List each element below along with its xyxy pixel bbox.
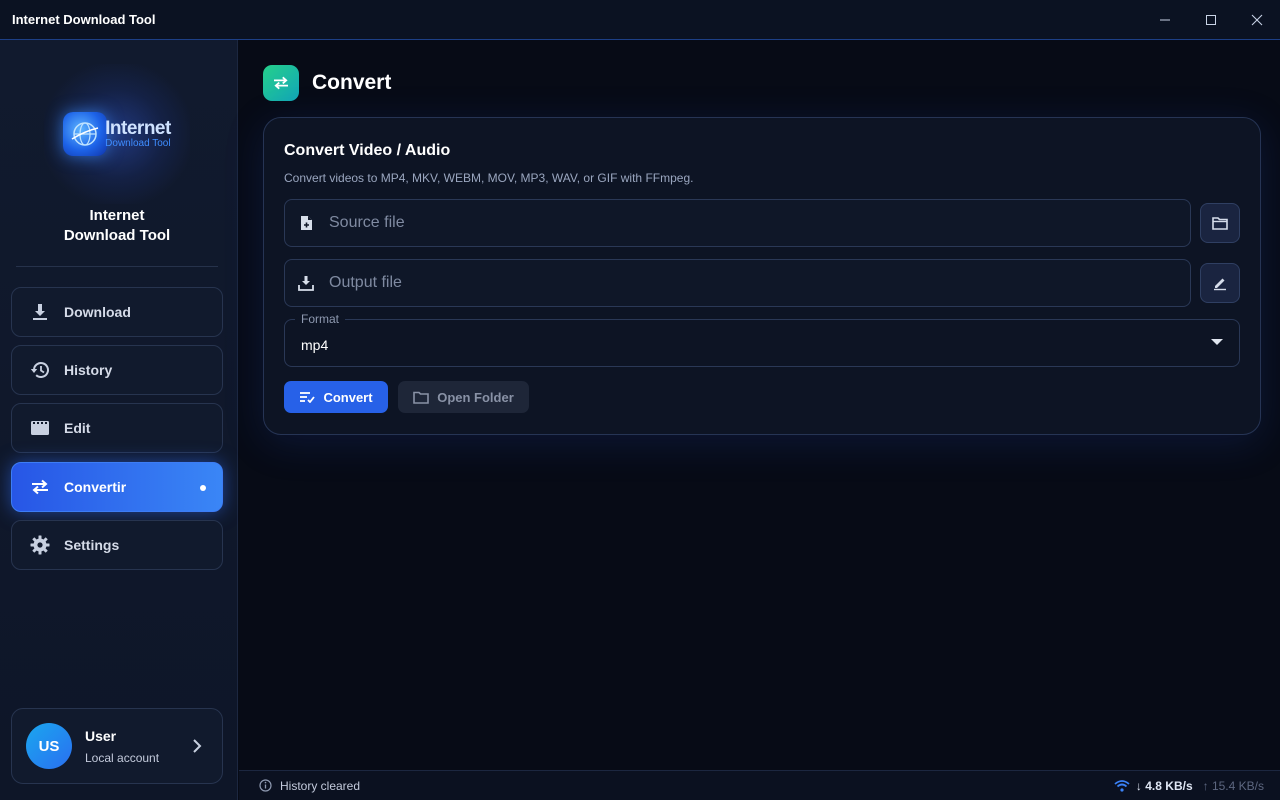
upload-speed: ↑ 15.4 KB/s — [1202, 778, 1264, 793]
convert-card: Convert Video / Audio Convert videos to … — [263, 117, 1261, 435]
window-title: Internet Download Tool — [12, 12, 156, 27]
card-title: Convert Video / Audio — [284, 142, 451, 159]
choose-output-button[interactable] — [1200, 263, 1240, 303]
convert-lines-icon — [299, 391, 316, 403]
minimize-button[interactable] — [1142, 0, 1188, 40]
main-content: Convert Convert Video / Audio Convert vi… — [239, 41, 1280, 770]
sidebar-divider — [16, 266, 218, 267]
sidebar-item-history[interactable]: History — [11, 345, 223, 395]
avatar: US — [26, 723, 72, 769]
active-indicator-dot — [200, 485, 206, 491]
info-icon — [259, 779, 272, 792]
sidebar-item-label: Convertir — [64, 479, 127, 495]
browse-source-button[interactable] — [1200, 203, 1240, 243]
sidebar: Internet Download Tool Internet Download… — [0, 40, 238, 800]
close-button[interactable] — [1234, 0, 1280, 40]
format-value: mp4 — [301, 337, 329, 353]
user-subtitle: Local account — [85, 750, 160, 765]
sidebar-item-settings[interactable]: Settings — [11, 520, 223, 570]
close-icon — [1251, 14, 1263, 25]
output-file-input[interactable] — [329, 274, 1190, 292]
source-file-input[interactable] — [329, 214, 1190, 232]
sidebar-item-label: Download — [64, 304, 131, 320]
user-card[interactable]: US User Local account — [11, 708, 223, 784]
chevron-right-icon — [192, 739, 222, 753]
download-icon — [30, 302, 50, 322]
page-header: Convert — [263, 65, 391, 101]
save-download-icon — [297, 274, 315, 292]
convert-button[interactable]: Convert — [284, 381, 388, 413]
card-subtitle: Convert videos to MP4, MKV, WEBM, MOV, M… — [284, 171, 694, 185]
output-file-field[interactable] — [284, 259, 1191, 307]
minimize-icon — [1160, 19, 1170, 20]
status-bar: History cleared ↓ 4.8 KB/s ↑ 15.4 KB/s — [239, 770, 1280, 800]
sidebar-item-label: History — [64, 362, 113, 378]
sidebar-item-label: Settings — [64, 537, 120, 553]
app-logo: Internet Download Tool — [44, 64, 190, 204]
folder-icon — [413, 391, 430, 404]
open-folder-button-label: Open Folder — [437, 389, 514, 405]
wifi-icon — [1114, 779, 1130, 792]
source-file-field[interactable] — [284, 199, 1191, 247]
maximize-icon — [1206, 14, 1216, 25]
title-bar: Internet Download Tool — [0, 0, 1280, 40]
swap-icon — [30, 477, 50, 497]
sidebar-item-download[interactable]: Download — [11, 287, 223, 337]
sidebar-item-label: Edit — [64, 420, 91, 436]
sidebar-item-convertir[interactable]: Convertir — [11, 462, 223, 512]
dropdown-arrow-icon — [1211, 339, 1223, 345]
file-icon — [297, 214, 315, 232]
globe-icon — [63, 112, 108, 156]
brand-name: Internet Download Tool — [0, 206, 234, 246]
pencil-icon — [1214, 278, 1226, 291]
folder-icon — [1212, 217, 1228, 230]
convert-icon — [263, 65, 299, 101]
gear-icon — [30, 535, 50, 555]
sidebar-item-edit[interactable]: Edit — [11, 403, 223, 453]
convert-button-label: Convert — [323, 389, 373, 405]
open-folder-button[interactable]: Open Folder — [398, 381, 529, 413]
logo-text-line1: Internet — [105, 118, 171, 139]
format-label: Format — [295, 312, 346, 326]
status-message: History cleared — [280, 778, 361, 793]
brand-name-line2: Download Tool — [63, 227, 171, 244]
user-name: User — [85, 727, 117, 744]
film-icon — [30, 418, 50, 438]
logo-text-line2: Download Tool — [105, 138, 171, 149]
maximize-button[interactable] — [1188, 0, 1234, 40]
download-speed: ↓ 4.8 KB/s — [1135, 778, 1193, 793]
page-title: Convert — [312, 71, 392, 94]
format-select[interactable]: Format mp4 — [284, 312, 1240, 367]
brand-name-line1: Internet — [89, 207, 145, 224]
history-icon — [30, 360, 50, 380]
